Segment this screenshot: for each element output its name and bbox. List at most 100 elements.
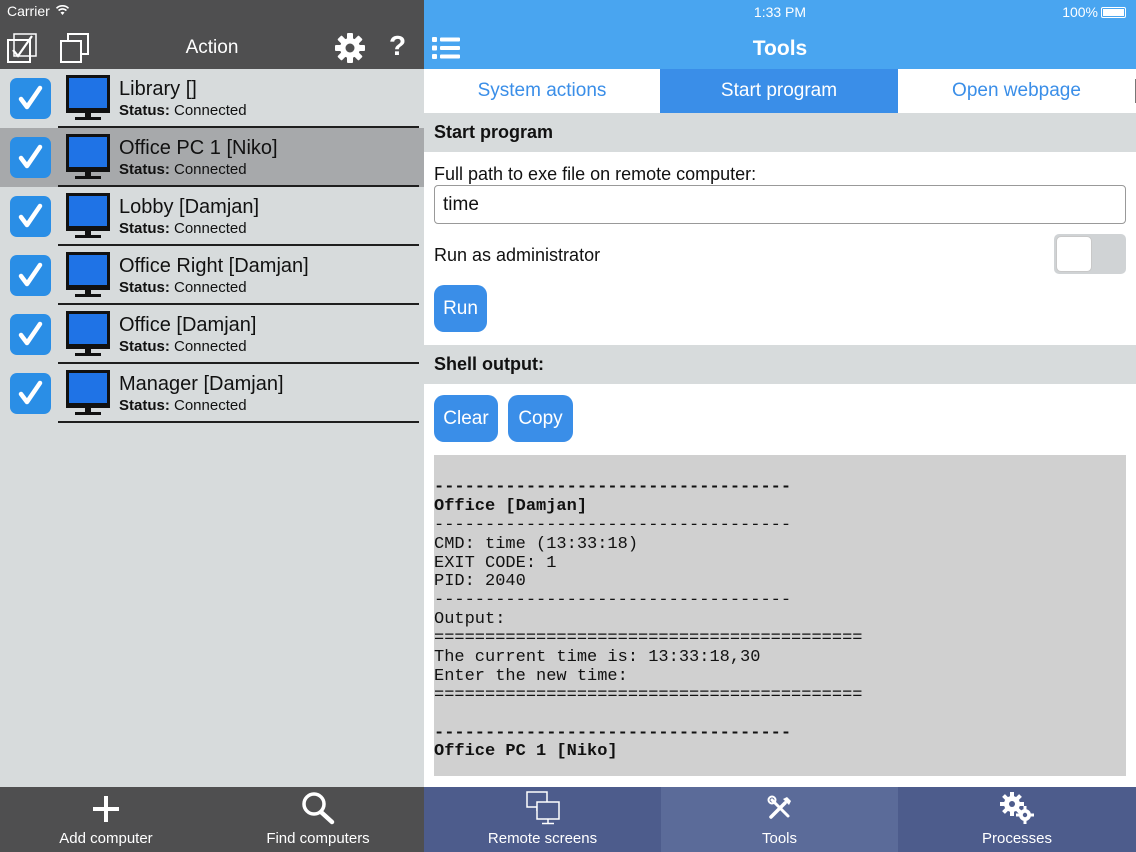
computer-row[interactable]: Lobby [Damjan] Status: Connected <box>0 187 424 246</box>
status-value: Connected <box>169 397 247 414</box>
console-line: ----------------------------------- <box>434 591 792 611</box>
console-top-padding <box>434 455 1126 479</box>
help-icon[interactable]: ? <box>389 30 406 62</box>
status-label: Status: <box>119 338 170 355</box>
computer-row[interactable]: Office PC 1 [Niko] Status: Connected <box>0 128 424 187</box>
console-line: EXIT CODE: 1 <box>434 553 557 573</box>
monitor-icon <box>66 252 110 297</box>
status-label: Status: <box>119 102 170 119</box>
copy-icon[interactable] <box>58 32 90 64</box>
carrier-label: Carrier <box>7 3 50 19</box>
checkbox-checked-icon[interactable] <box>10 196 51 237</box>
monitor-icon <box>66 193 110 238</box>
monitor-icon <box>66 134 110 179</box>
console-line: Office [Damjan] <box>434 496 588 516</box>
status-value: Connected <box>169 338 247 355</box>
processes-icon <box>1000 792 1034 824</box>
console-line: ========================================… <box>434 685 863 705</box>
status-time: 1:33 PM <box>753 4 807 20</box>
computer-status: Status: Connected <box>119 279 247 296</box>
processes-label: Processes <box>981 830 1053 847</box>
console-line: Office PC 1 [Niko] <box>434 742 618 762</box>
console-line: CMD: time (13:33:18) <box>434 534 639 554</box>
computer-name: Library [] <box>119 78 197 100</box>
run-as-admin-toggle[interactable] <box>1054 234 1126 274</box>
console-line: PID: 2040 <box>434 572 526 592</box>
tab-tools[interactable]: Tools <box>661 787 898 852</box>
toggle-knob <box>1056 236 1092 272</box>
wifi-icon <box>55 5 70 15</box>
tab-remote-screens[interactable]: Remote screens <box>424 787 661 852</box>
computer-status: Status: Connected <box>119 161 247 178</box>
right-toolbar: 1:33 PM 100% Tools <box>424 0 1136 69</box>
tools-label: Tools <box>761 830 798 847</box>
computer-row[interactable]: Office Right [Damjan] Status: Connected <box>0 246 424 305</box>
computer-name: Office Right [Damjan] <box>119 255 309 277</box>
shell-output-header: Shell output: <box>424 345 1136 384</box>
bottom-tab-bar: Remote screens Tools Processes <box>424 787 1136 852</box>
list-menu-icon[interactable] <box>432 36 460 60</box>
status-value: Connected <box>169 279 247 296</box>
run-as-admin-label: Run as administrator <box>434 245 601 265</box>
console-line: ----------------------------------- <box>434 723 792 743</box>
computer-status: Status: Connected <box>119 397 247 414</box>
computer-row[interactable]: Library [] Status: Connected <box>0 69 424 128</box>
status-label: Status: <box>119 161 170 178</box>
clear-button[interactable]: Clear <box>434 395 498 442</box>
battery-icon <box>1101 7 1126 18</box>
computer-row[interactable]: Office [Damjan] Status: Connected <box>0 305 424 364</box>
computer-status: Status: Connected <box>119 102 247 119</box>
remote-screens-label: Remote screens <box>487 830 598 847</box>
row-divider <box>58 421 419 423</box>
console-line: The current time is: 13:33:18,30 <box>434 648 761 668</box>
checkbox-checked-icon[interactable] <box>10 373 51 414</box>
add-computer-button[interactable]: Add computer <box>0 787 212 852</box>
monitor-icon <box>66 75 110 120</box>
computer-status: Status: Connected <box>119 220 247 237</box>
checkbox-checked-icon[interactable] <box>10 255 51 296</box>
copy-button[interactable]: Copy <box>508 395 573 442</box>
tab-open-webpage[interactable]: Open webpage <box>898 69 1135 113</box>
monitor-icon <box>66 311 110 356</box>
find-computers-label: Find computers <box>266 830 370 847</box>
status-value: Connected <box>169 161 247 178</box>
tab-system-actions[interactable]: System actions <box>424 69 660 113</box>
exe-path-input[interactable] <box>434 185 1126 224</box>
shell-output-console[interactable]: ----------------------------------- Offi… <box>434 455 1126 776</box>
remote-screens-icon <box>526 791 560 825</box>
tools-icon <box>767 795 791 819</box>
status-label: Status: <box>119 220 170 237</box>
status-value: Connected <box>169 220 247 237</box>
gear-icon[interactable] <box>334 32 366 64</box>
tab-processes[interactable]: Processes <box>898 787 1136 852</box>
console-line: Output: <box>434 610 506 630</box>
battery-percent: 100% <box>1062 4 1098 20</box>
search-icon <box>302 792 335 825</box>
computer-name: Manager [Damjan] <box>119 373 284 395</box>
checkbox-checked-icon[interactable] <box>10 137 51 178</box>
console-line: ----------------------------------- <box>434 515 792 535</box>
tab-start-program[interactable]: Start program <box>660 69 898 113</box>
tool-tabs: System actions Start program Open webpag… <box>424 69 1136 113</box>
computer-name: Office PC 1 [Niko] <box>119 137 278 159</box>
select-all-icon[interactable] <box>6 32 38 64</box>
checkbox-checked-icon[interactable] <box>10 78 51 119</box>
status-label: Status: <box>119 279 170 296</box>
console-line: ========================================… <box>434 629 863 649</box>
add-computer-label: Add computer <box>59 830 153 847</box>
status-label: Status: <box>119 397 170 414</box>
computer-name: Office [Damjan] <box>119 314 257 336</box>
computer-name: Lobby [Damjan] <box>119 196 260 218</box>
computer-list-pane: Carrier Action ? Library [] Status: Conn… <box>0 0 424 852</box>
checkbox-checked-icon[interactable] <box>10 314 51 355</box>
console-line: ----------------------------------- <box>434 478 792 497</box>
start-program-header: Start program <box>424 113 1136 152</box>
right-header-title: Tools <box>752 37 808 60</box>
find-computers-button[interactable]: Find computers <box>212 787 424 852</box>
plus-icon <box>93 796 119 822</box>
battery-indicator: 100% <box>1062 4 1126 20</box>
run-button[interactable]: Run <box>434 285 487 332</box>
computer-status: Status: Connected <box>119 338 247 355</box>
computer-row[interactable]: Manager [Damjan] Status: Connected <box>0 364 424 423</box>
